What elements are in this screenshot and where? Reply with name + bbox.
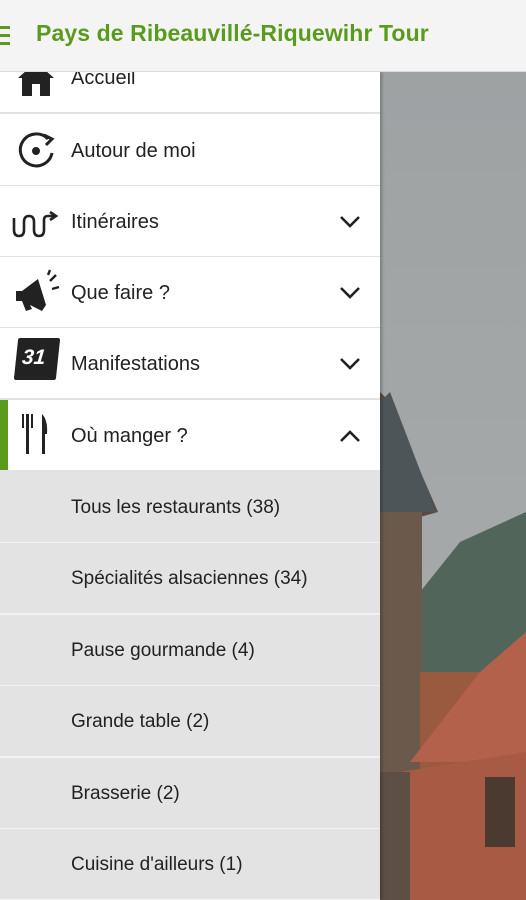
submenu-item[interactable]: Tous les restaurants (38) <box>0 472 380 544</box>
active-indicator <box>0 400 8 470</box>
menu-item-label: Où manger ? <box>71 425 188 447</box>
menu-item-manifestations[interactable]: 31 Manifestations <box>0 328 380 400</box>
submenu-item-label: Spécialités alsaciennes (34) <box>71 568 308 589</box>
home-icon <box>18 72 54 96</box>
submenu-item-label: Grande table (2) <box>71 711 210 732</box>
menu-icon[interactable] <box>0 26 10 46</box>
submenu-item[interactable]: Brasserie (2) <box>0 758 380 830</box>
menu-item-que-faire[interactable]: Que faire ? <box>0 257 380 329</box>
menu-item-autour-de-moi[interactable]: Autour de moi <box>0 115 380 187</box>
menu-item-label: Itinéraires <box>71 211 159 233</box>
location-target-icon <box>18 132 55 168</box>
submenu-item-label: Pause gourmande (4) <box>71 640 255 661</box>
megaphone-icon <box>16 269 60 311</box>
chevron-up-icon[interactable] <box>338 424 362 448</box>
submenu-item-label: Brasserie (2) <box>71 783 180 804</box>
chevron-down-icon[interactable] <box>338 352 362 376</box>
chevron-down-icon[interactable] <box>338 281 362 305</box>
chevron-down-icon[interactable] <box>338 210 362 234</box>
route-icon <box>12 210 59 238</box>
submenu-item[interactable]: Pause gourmande (4) <box>0 615 380 687</box>
background-photo <box>380 72 526 900</box>
menu-item-label: Autour de moi <box>71 140 196 162</box>
menu-item-label: Que faire ? <box>71 282 170 304</box>
fork-knife-icon <box>22 414 48 454</box>
menu-item-label: Manifestations <box>71 353 200 375</box>
menu-item-label: Accueil <box>71 72 136 89</box>
submenu-item[interactable]: Grande table (2) <box>0 686 380 758</box>
menu-item-itineraires[interactable]: Itinéraires <box>0 186 380 258</box>
app-bar: Pays de Ribeauvillé-Riquewihr Tour <box>0 0 526 72</box>
calendar-icon: 31 <box>13 338 61 380</box>
menu-item-accueil[interactable]: Accueil <box>0 72 380 114</box>
submenu-item[interactable]: Cuisine d'ailleurs (1) <box>0 829 380 900</box>
menu-item-ou-manger[interactable]: Où manger ? <box>0 400 380 472</box>
submenu-item-label: Tous les restaurants (38) <box>71 497 281 518</box>
app-title: Pays de Ribeauvillé-Riquewihr Tour <box>36 20 429 46</box>
navigation-drawer: Accueil Autour de moi Itinéraires Que fa… <box>0 72 380 900</box>
submenu-item-label: Cuisine d'ailleurs (1) <box>71 854 243 875</box>
submenu-item[interactable]: Spécialités alsaciennes (34) <box>0 543 380 615</box>
calendar-day-number: 31 <box>20 346 47 369</box>
